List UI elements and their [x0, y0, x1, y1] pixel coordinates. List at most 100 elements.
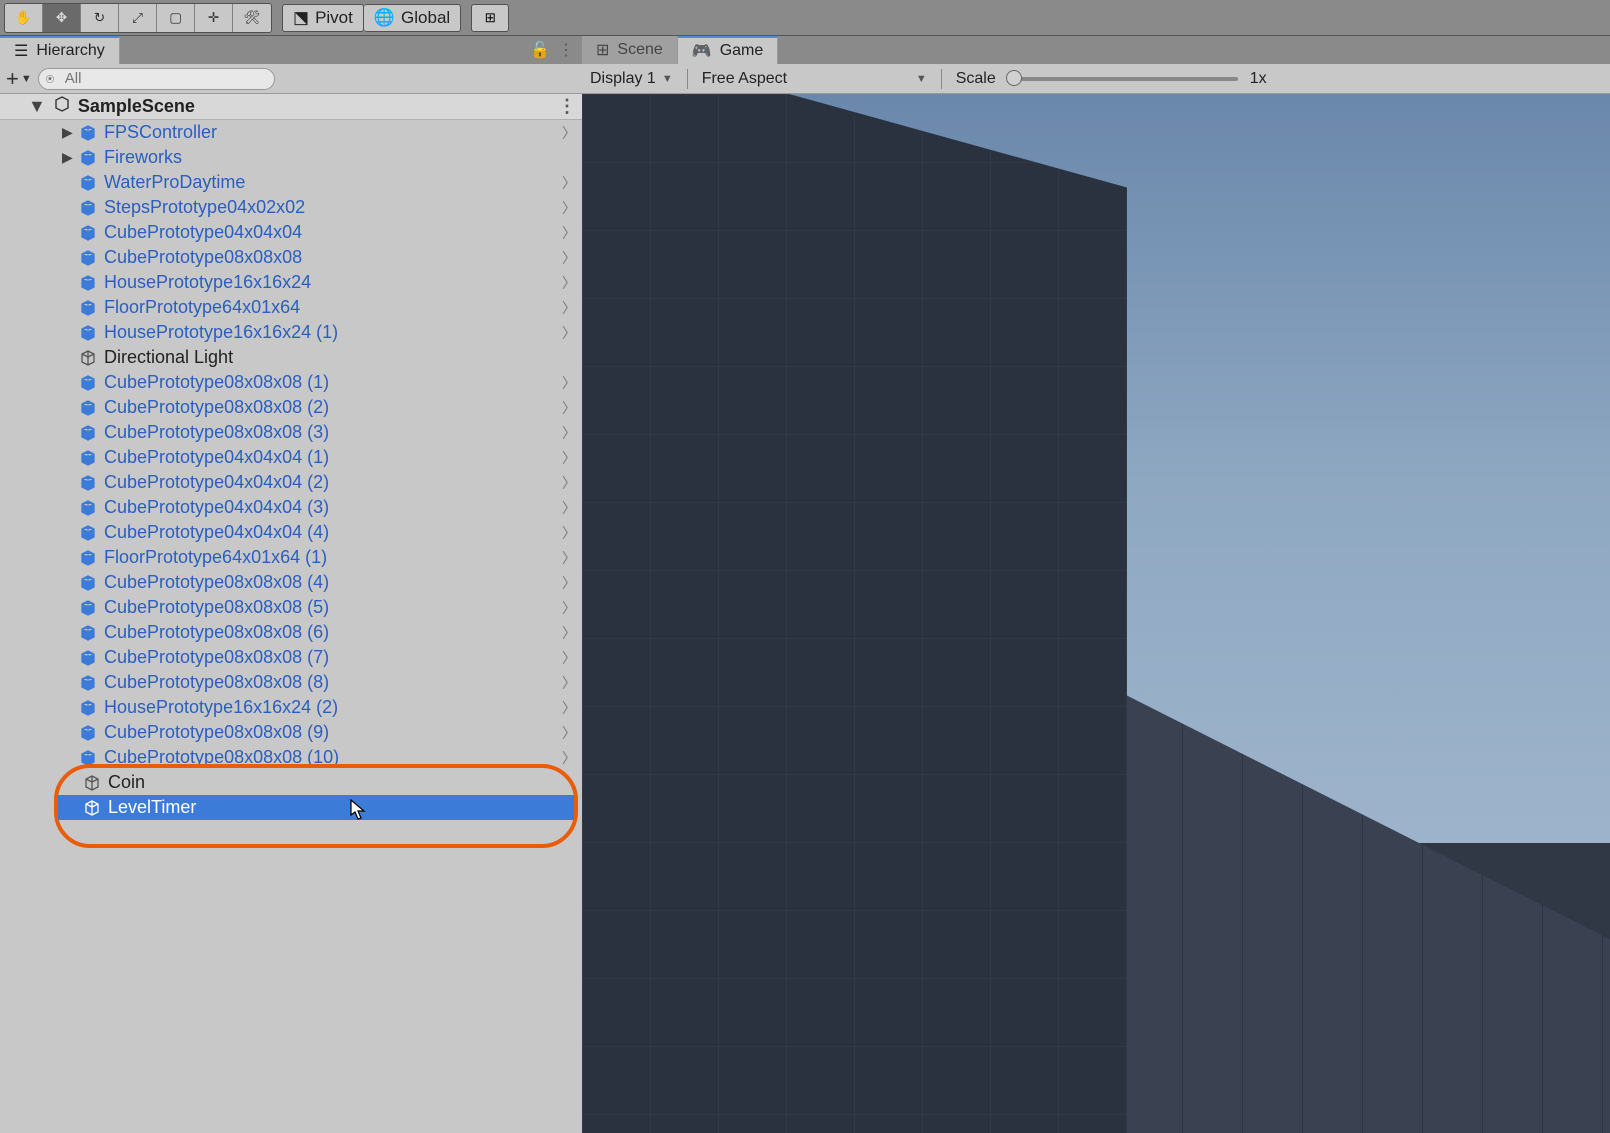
move-tool[interactable]: ✥	[43, 4, 81, 32]
hierarchy-item[interactable]: CubePrototype08x08x08 (4)〉	[0, 570, 582, 595]
hierarchy-item[interactable]: FloorPrototype64x01x64〉	[0, 295, 582, 320]
hierarchy-item[interactable]: HousePrototype16x16x24 (1)〉	[0, 320, 582, 345]
chevron-right-icon[interactable]: 〉	[562, 523, 576, 543]
chevron-right-icon[interactable]: 〉	[562, 648, 576, 668]
scene-header[interactable]: ▼ SampleScene ⋮	[0, 94, 582, 120]
expand-arrow-icon[interactable]: ▶	[62, 124, 73, 141]
hierarchy-item[interactable]: CubePrototype08x08x08 〉	[0, 245, 582, 270]
chevron-right-icon[interactable]: 〉	[562, 598, 576, 618]
scale-slider[interactable]	[1008, 77, 1238, 81]
item-label: CubePrototype04x04x04 (2)	[104, 472, 329, 493]
expand-arrow-icon[interactable]: ▶	[62, 149, 73, 166]
globe-icon: 🌐	[374, 8, 395, 28]
gameobject-icon	[80, 500, 96, 516]
create-button[interactable]: +▼	[6, 66, 32, 92]
hierarchy-item[interactable]: CubePrototype08x08x08 (2)〉	[0, 395, 582, 420]
hierarchy-toolbar: +▼ ⍟	[0, 64, 582, 94]
chevron-right-icon[interactable]: 〉	[562, 473, 576, 493]
hierarchy-item[interactable]: HousePrototype16x16x24 (2)〉	[0, 695, 582, 720]
chevron-right-icon[interactable]: 〉	[562, 573, 576, 593]
chevron-right-icon[interactable]: 〉	[562, 673, 576, 693]
chevron-right-icon[interactable]: 〉	[562, 423, 576, 443]
hierarchy-item[interactable]: HousePrototype16x16x24〉	[0, 270, 582, 295]
hierarchy-item[interactable]: CubePrototype08x08x08 (8)〉	[0, 670, 582, 695]
chevron-right-icon[interactable]: 〉	[562, 248, 576, 268]
hierarchy-search-input[interactable]	[38, 68, 275, 90]
hierarchy-item[interactable]: CubePrototype08x08x08 (1)〉	[0, 370, 582, 395]
panel-menu-icon[interactable]: ⋮	[558, 40, 574, 60]
chevron-right-icon[interactable]: 〉	[562, 223, 576, 243]
scene-building	[582, 94, 1127, 1133]
hierarchy-item[interactable]: CubePrototype08x08x08 (7)〉	[0, 645, 582, 670]
hierarchy-item[interactable]: Directional Light	[0, 345, 582, 370]
gameobject-icon	[80, 600, 96, 616]
hierarchy-item[interactable]: CubePrototype04x04x04〉	[0, 220, 582, 245]
hierarchy-item[interactable]: StepsPrototype04x02x02〉	[0, 195, 582, 220]
scene-tab[interactable]: ⊞ Scene	[582, 36, 678, 64]
chevron-right-icon[interactable]: 〉	[562, 298, 576, 318]
item-label: CubePrototype08x08x08 (3)	[104, 422, 329, 443]
chevron-right-icon[interactable]: 〉	[562, 173, 576, 193]
gameobject-icon	[80, 625, 96, 641]
chevron-right-icon[interactable]: 〉	[562, 748, 576, 768]
rotate-tool[interactable]: ↻	[81, 4, 119, 32]
chevron-right-icon[interactable]: 〉	[562, 273, 576, 293]
gameobject-icon	[80, 725, 96, 741]
scene-tab-label: Scene	[617, 41, 662, 59]
chevron-right-icon[interactable]: 〉	[562, 123, 576, 143]
snap-toggle[interactable]: ⊞	[471, 4, 509, 32]
custom-tool[interactable]: 🛠	[233, 4, 271, 32]
hierarchy-item[interactable]: WaterProDaytime〉	[0, 170, 582, 195]
chevron-right-icon[interactable]: 〉	[562, 198, 576, 218]
transform-tool[interactable]: ✛	[195, 4, 233, 32]
hierarchy-item[interactable]: CubePrototype08x08x08 (6)〉	[0, 620, 582, 645]
hierarchy-item[interactable]: Coin	[58, 770, 574, 795]
hierarchy-item[interactable]: CubePrototype08x08x08 (3) 〉	[0, 420, 582, 445]
chevron-right-icon[interactable]: 〉	[562, 698, 576, 718]
chevron-right-icon[interactable]: 〉	[562, 448, 576, 468]
chevron-right-icon[interactable]: 〉	[562, 323, 576, 343]
hierarchy-item[interactable]: LevelTimer	[58, 795, 574, 820]
rect-icon: ▢	[169, 10, 182, 26]
aspect-dropdown[interactable]: Free Aspect ▼	[702, 70, 927, 88]
gameobject-icon	[80, 125, 96, 141]
expand-arrow-icon[interactable]: ▼	[28, 96, 46, 117]
scene-menu-icon[interactable]: ⋮	[558, 96, 576, 117]
chevron-right-icon[interactable]: 〉	[562, 398, 576, 418]
hierarchy-item[interactable]: ▶Fireworks	[0, 145, 582, 170]
hierarchy-item[interactable]: CubePrototype04x04x04 (4)〉	[0, 520, 582, 545]
scale-control: Scale 1x	[956, 70, 1267, 88]
scale-tool[interactable]: ⤢	[119, 4, 157, 32]
global-toggle[interactable]: 🌐 Global	[364, 4, 461, 32]
chevron-right-icon[interactable]: 〉	[562, 373, 576, 393]
rect-tool[interactable]: ▢	[157, 4, 195, 32]
hierarchy-item[interactable]: CubePrototype08x08x08 (9)〉	[0, 720, 582, 745]
hand-tool[interactable]: ✋	[5, 4, 43, 32]
hierarchy-item[interactable]: FloorPrototype64x01x64 (1)〉	[0, 545, 582, 570]
lock-icon[interactable]: 🔓	[530, 40, 550, 60]
transform-icon: ✛	[208, 10, 219, 26]
hierarchy-item[interactable]: CubePrototype04x04x04 (1)〉	[0, 445, 582, 470]
hierarchy-tree[interactable]: ▼ SampleScene ⋮ ▶FPSController〉▶Firework…	[0, 94, 582, 1133]
hand-icon: ✋	[15, 10, 32, 26]
slider-thumb[interactable]	[1006, 70, 1022, 86]
game-tab[interactable]: 🎮 Game	[678, 36, 779, 64]
chevron-down-icon: ▼	[916, 73, 927, 85]
display-dropdown[interactable]: Display 1 ▼	[590, 70, 673, 88]
chevron-right-icon[interactable]: 〉	[562, 548, 576, 568]
scene-wall	[1122, 693, 1610, 1133]
pivot-toggle[interactable]: ⬔ Pivot	[282, 4, 364, 32]
hierarchy-tab[interactable]: ☰ Hierarchy	[0, 36, 120, 64]
chevron-right-icon[interactable]: 〉	[562, 498, 576, 518]
list-icon: ☰	[14, 41, 28, 61]
game-viewport	[582, 94, 1610, 1133]
hierarchy-item[interactable]: CubePrototype04x04x04 (2) 〉	[0, 470, 582, 495]
hierarchy-item[interactable]: CubePrototype08x08x08 (5)〉	[0, 595, 582, 620]
gameobject-icon	[80, 150, 96, 166]
chevron-right-icon[interactable]: 〉	[562, 623, 576, 643]
hierarchy-item[interactable]: CubePrototype04x04x04 (3)〉	[0, 495, 582, 520]
item-label: CubePrototype08x08x08	[104, 247, 302, 268]
chevron-right-icon[interactable]: 〉	[562, 723, 576, 743]
hierarchy-item[interactable]: ▶FPSController〉	[0, 120, 582, 145]
gameobject-icon	[80, 700, 96, 716]
